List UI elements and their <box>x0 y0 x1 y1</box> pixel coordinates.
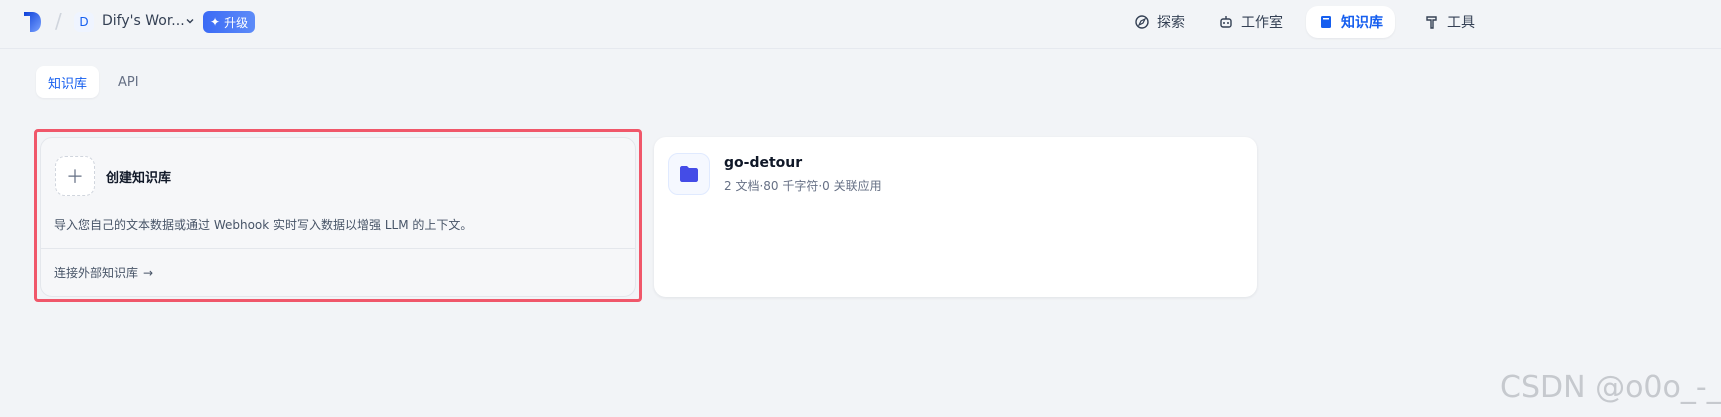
connect-external-knowledge-link[interactable]: 连接外部知识库 → <box>54 264 153 281</box>
workspace-avatar[interactable]: D <box>74 12 94 32</box>
nav-label: 探索 <box>1157 15 1185 31</box>
hammer-icon <box>1426 16 1437 29</box>
explore-icon <box>1135 15 1149 29</box>
nav-label: 工作室 <box>1241 15 1283 31</box>
nav-explore[interactable]: 探索 <box>1122 6 1197 38</box>
nav-label: 知识库 <box>1341 15 1383 31</box>
nav-tools[interactable]: 工具 <box>1412 6 1487 38</box>
upgrade-button[interactable]: ✦ 升级 <box>203 11 256 33</box>
watermark: CSDN @o0o_-_ <box>1500 370 1721 405</box>
robot-icon <box>1220 16 1232 28</box>
dataset-meta: 2 文档·80 千字符·0 关联应用 <box>724 179 882 193</box>
create-knowledge-title: 创建知识库 <box>106 171 172 186</box>
plus-icon: ＋ <box>55 156 95 196</box>
create-knowledge-description: 导入您自己的文本数据或通过 Webhook 实时写入数据以增强 LLM 的上下文… <box>54 218 473 232</box>
sparkle-icon: ✦ <box>210 15 221 29</box>
dataset-name: go-detour <box>724 155 803 171</box>
top-bar: / D Dify's Wor... ✦ 升级 探索 工作室 知识库 工具 <box>0 0 1721 49</box>
nav-studio[interactable]: 工作室 <box>1206 6 1295 38</box>
tab-api[interactable]: API <box>106 66 151 98</box>
upgrade-label: 升级 <box>224 15 249 30</box>
create-knowledge-card[interactable]: ＋ 创建知识库 导入您自己的文本数据或通过 Webhook 实时写入数据以增强 … <box>40 137 636 297</box>
book-icon <box>1321 16 1331 28</box>
dify-logo-icon[interactable] <box>22 11 42 33</box>
nav-knowledge[interactable]: 知识库 <box>1306 6 1395 38</box>
tab-knowledge[interactable]: 知识库 <box>36 66 100 98</box>
folder-icon <box>668 153 710 195</box>
chevron-down-icon[interactable] <box>184 15 196 27</box>
link-label: 连接外部知识库 <box>54 266 139 280</box>
arrow-right-icon: → <box>143 265 154 280</box>
dataset-card[interactable]: go-detour 2 文档·80 千字符·0 关联应用 <box>654 137 1257 297</box>
workspace-name[interactable]: Dify's Wor... <box>102 13 185 29</box>
divider <box>41 248 635 249</box>
breadcrumb-separator: / <box>55 9 62 33</box>
nav-label: 工具 <box>1447 15 1475 31</box>
